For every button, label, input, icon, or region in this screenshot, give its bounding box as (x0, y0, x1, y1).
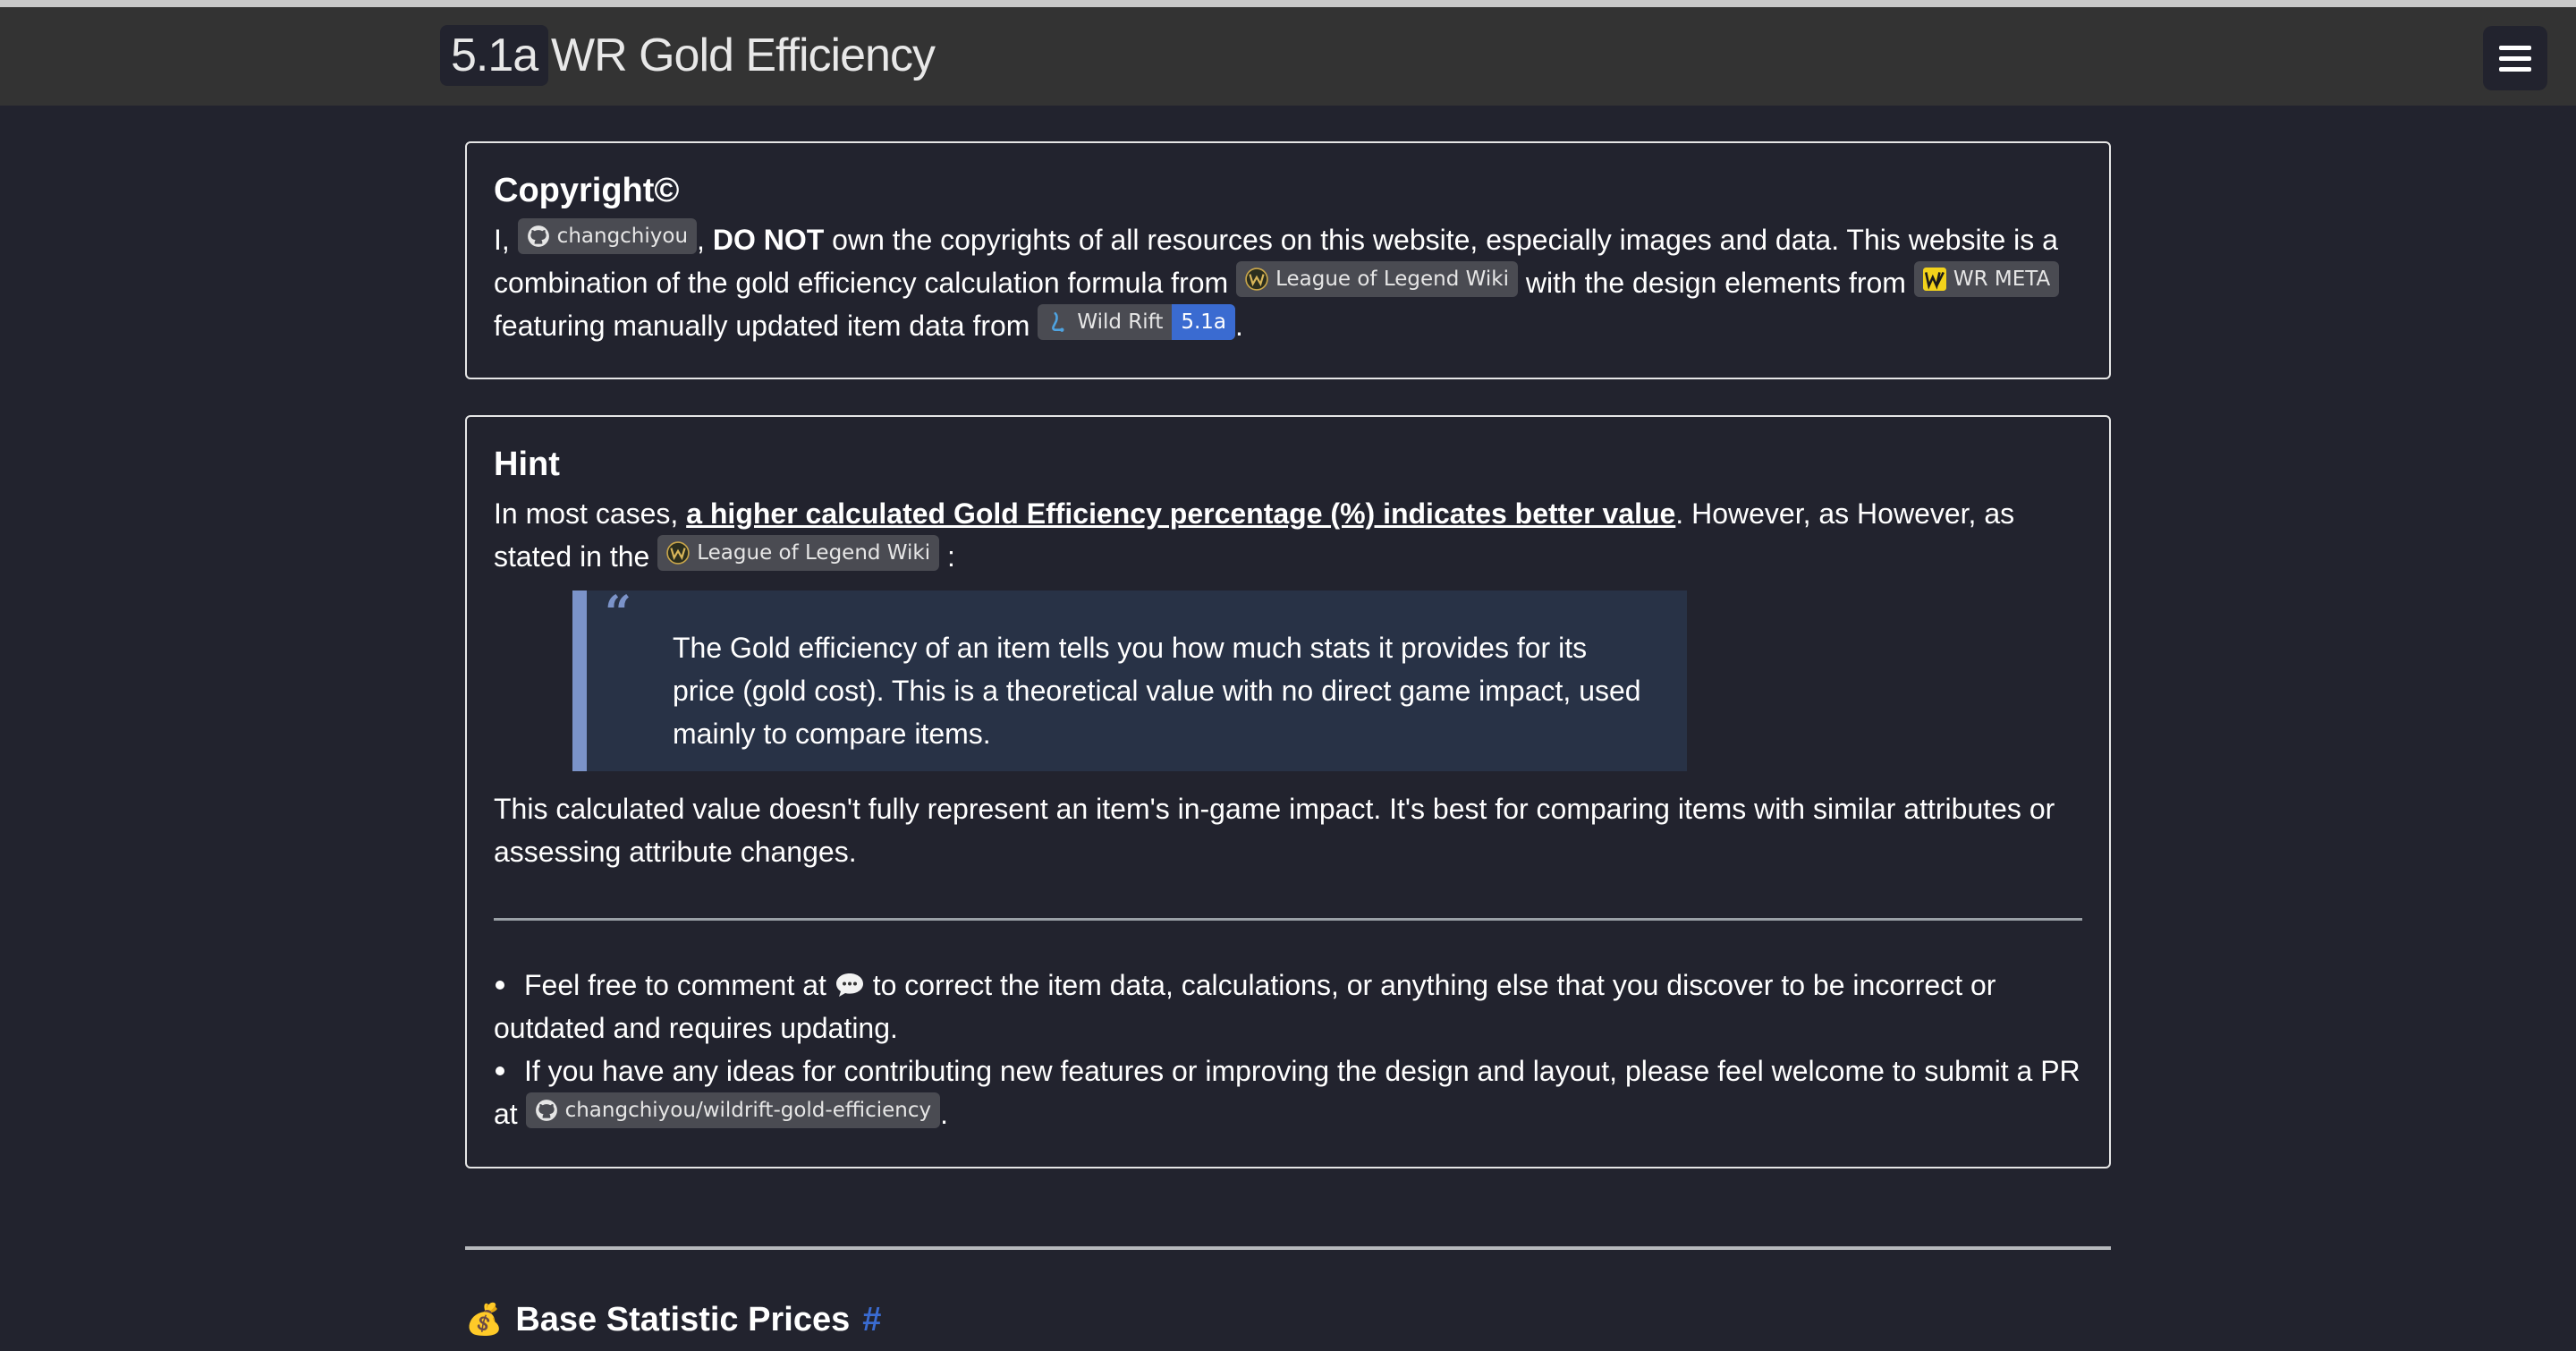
copyright-card: Copyright© I, changchiyou, DO NOT own th… (465, 141, 2111, 379)
tips-list: Feel free to comment at to correct the i… (494, 964, 2082, 1135)
quote-text: The Gold efficiency of an item tells you… (673, 632, 1641, 750)
speech-bubble-icon[interactable] (835, 972, 865, 998)
wild-rift-icon (1052, 311, 1064, 332)
copyright-text: I, changchiyou, DO NOT own the copyright… (494, 218, 2082, 347)
section-divider (465, 1246, 2111, 1250)
site-title[interactable]: WR Gold Efficiency (551, 25, 936, 86)
wr-meta-badge[interactable]: WR META (1913, 261, 2060, 297)
lol-wiki-badge-2[interactable]: League of Legend Wiki (657, 535, 940, 571)
hint-card: Hint In most cases, a higher calculated … (465, 415, 2111, 1168)
hint-intro: In most cases, a higher calculated Gold … (494, 497, 2015, 573)
hint-divider (494, 918, 2082, 921)
wr-meta-icon (1922, 268, 1946, 291)
gold-efficiency-emphasis: a higher calculated Gold Efficiency perc… (686, 497, 1676, 530)
hamburger-menu-button[interactable] (2483, 26, 2547, 90)
copyright-title: Copyright© (494, 172, 680, 209)
window-top-edge (0, 0, 2576, 7)
github-icon (535, 1100, 557, 1121)
navbar: 5.1a WR Gold Efficiency (0, 7, 2576, 106)
money-bag-icon: 💰 (465, 1303, 504, 1337)
lol-wiki-badge[interactable]: League of Legend Wiki (1236, 261, 1518, 297)
hint-title: Hint (494, 446, 560, 483)
menu-icon (2499, 45, 2531, 50)
section-anchor-link[interactable]: # (862, 1297, 881, 1342)
quote-mark-icon: “ (605, 586, 631, 641)
author-badge[interactable]: changchiyou (517, 218, 698, 254)
lol-wiki-icon (1245, 268, 1268, 291)
repo-badge[interactable]: changchiyou/wildrift-gold-efficiency (525, 1092, 941, 1128)
wiki-quote: “ The Gold efficiency of an item tells y… (572, 587, 1687, 771)
do-not-text: DO NOT (712, 224, 825, 256)
base-statistic-prices-heading: 💰 Base Statistic Prices # (465, 1297, 881, 1342)
section-title: Base Statistic Prices (515, 1301, 851, 1338)
tip-contribute: If you have any ideas for contributing n… (494, 1049, 2082, 1135)
version-chip[interactable]: 5.1a (440, 25, 549, 86)
wild-rift-version-badge[interactable]: Wild Rift 5.1a (1038, 304, 1236, 340)
hint-after-quote: This calculated value doesn't fully repr… (494, 793, 2055, 868)
github-icon (527, 225, 549, 247)
lol-wiki-icon (666, 541, 690, 565)
tip-comment: Feel free to comment at to correct the i… (494, 964, 2082, 1049)
